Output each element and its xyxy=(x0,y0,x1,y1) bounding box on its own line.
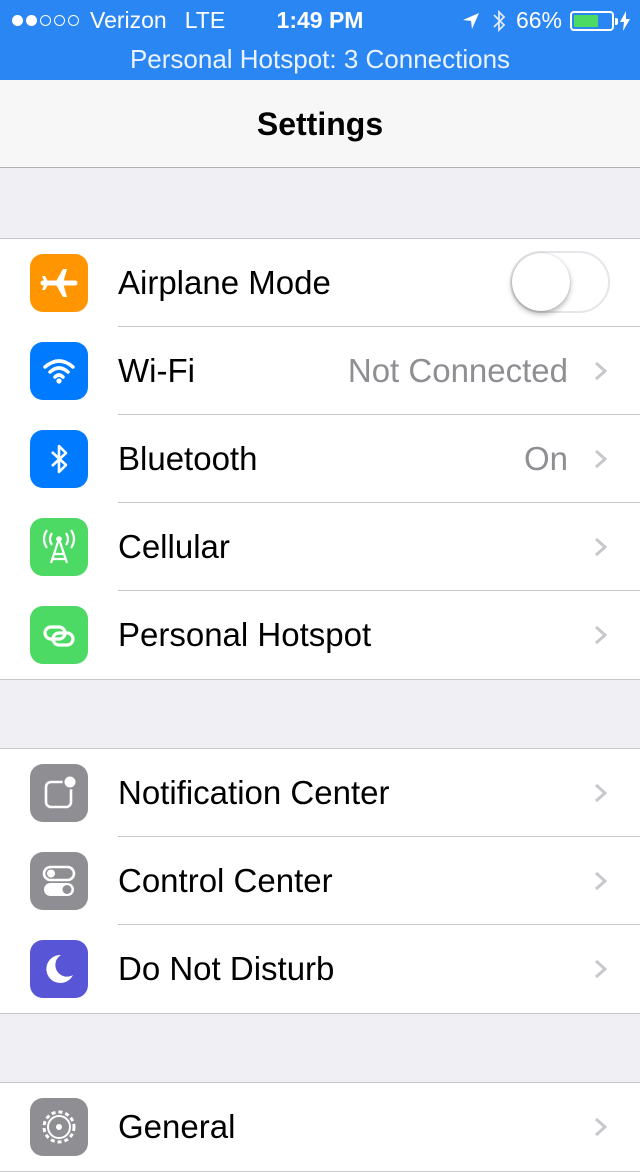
notification-center-icon xyxy=(30,764,88,822)
row-bluetooth[interactable]: Bluetooth On xyxy=(0,415,640,503)
chevron-right-icon xyxy=(595,1117,608,1137)
bluetooth-icon xyxy=(30,430,88,488)
row-personal-hotspot[interactable]: Personal Hotspot xyxy=(0,591,640,679)
wifi-icon xyxy=(30,342,88,400)
bluetooth-status-value: On xyxy=(523,440,568,477)
bluetooth-status-icon xyxy=(492,9,506,33)
row-label: Airplane Mode xyxy=(118,264,331,301)
cellular-antenna-icon xyxy=(30,518,88,576)
chevron-right-icon xyxy=(595,361,608,381)
hotspot-banner[interactable]: Personal Hotspot: 3 Connections xyxy=(0,40,640,80)
charging-bolt-icon xyxy=(620,10,630,31)
location-arrow-icon xyxy=(462,12,480,30)
settings-group-notifications: Notification Center Control Center Do No… xyxy=(0,748,640,1014)
row-notification-center[interactable]: Notification Center xyxy=(0,749,640,837)
row-general[interactable]: General xyxy=(0,1083,640,1171)
chevron-right-icon xyxy=(595,449,608,469)
row-control-center[interactable]: Control Center xyxy=(0,837,640,925)
chevron-right-icon xyxy=(595,537,608,557)
row-label: Personal Hotspot xyxy=(118,616,372,653)
control-center-icon xyxy=(30,852,88,910)
row-label: Control Center xyxy=(118,862,333,899)
row-do-not-disturb[interactable]: Do Not Disturb xyxy=(0,925,640,1013)
battery-percent: 66% xyxy=(515,7,562,33)
row-label: Notification Center xyxy=(118,774,390,811)
status-bar: Verizon LTE 1:49 PM 66% xyxy=(0,0,640,40)
battery-icon xyxy=(570,10,618,31)
airplane-icon xyxy=(30,254,88,312)
toggle-knob xyxy=(512,253,570,311)
navigation-bar: Settings xyxy=(0,80,640,168)
hotspot-link-icon xyxy=(30,606,88,664)
row-wifi[interactable]: Wi-Fi Not Connected xyxy=(0,327,640,415)
settings-group-general: General xyxy=(0,1082,640,1172)
settings-group-connectivity: Airplane Mode Wi-Fi Not Connected Blueto… xyxy=(0,238,640,680)
row-label: Bluetooth xyxy=(118,440,258,477)
chevron-right-icon xyxy=(595,625,608,645)
page-title: Settings xyxy=(256,106,384,142)
chevron-right-icon xyxy=(595,959,608,979)
battery-fill xyxy=(574,14,598,27)
row-label: General xyxy=(118,1108,236,1145)
row-label: Wi-Fi xyxy=(118,352,195,389)
status-right: 66% xyxy=(462,7,630,34)
chevron-right-icon xyxy=(595,871,608,891)
battery-nub xyxy=(615,17,618,25)
gear-icon xyxy=(30,1098,88,1156)
row-label: Do Not Disturb xyxy=(118,950,335,987)
moon-icon xyxy=(30,940,88,998)
chevron-right-icon xyxy=(595,783,608,803)
row-cellular[interactable]: Cellular xyxy=(0,503,640,591)
row-airplane-mode: Airplane Mode xyxy=(0,239,640,327)
wifi-status-value: Not Connected xyxy=(347,352,568,389)
airplane-mode-toggle[interactable] xyxy=(510,251,610,313)
row-label: Cellular xyxy=(118,528,230,565)
status-area: Verizon LTE 1:49 PM 66% Personal Hotspot… xyxy=(0,0,640,80)
